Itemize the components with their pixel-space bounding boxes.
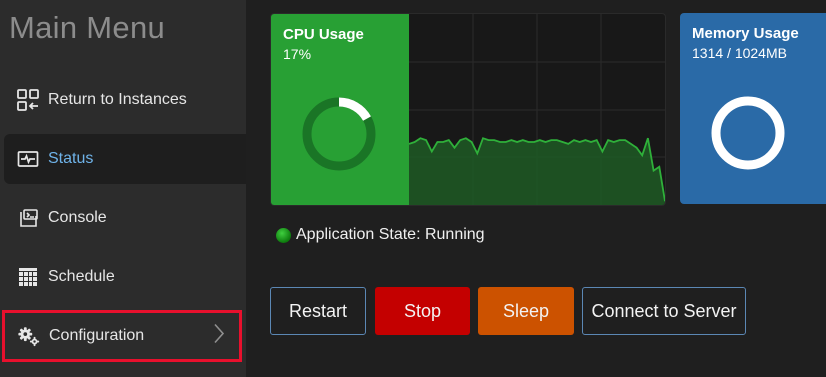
sidebar-item-configuration[interactable]: Configuration bbox=[2, 310, 242, 362]
sidebar-item-label: Status bbox=[48, 150, 94, 167]
memory-usage-card: Memory Usage 1314 / 1024MB bbox=[680, 13, 826, 204]
cpu-summary-panel: CPU Usage 17% bbox=[271, 14, 409, 205]
cpu-usage-card: CPU Usage 17% bbox=[270, 13, 666, 206]
application-state-label: Application State: Running bbox=[296, 226, 485, 243]
main-panel: CPU Usage 17% Memory Usage 1314 / 1024MB… bbox=[246, 0, 826, 377]
sleep-button[interactable]: Sleep bbox=[478, 287, 574, 335]
gears-icon bbox=[17, 324, 41, 348]
connect-to-server-button[interactable]: Connect to Server bbox=[582, 287, 746, 335]
restart-button[interactable]: Restart bbox=[270, 287, 366, 335]
memory-gauge bbox=[711, 96, 785, 170]
sidebar-item-label: Console bbox=[48, 209, 107, 226]
sidebar-item-label: Configuration bbox=[49, 327, 145, 344]
sidebar-item-return-to-instances[interactable]: Return to Instances bbox=[4, 75, 246, 125]
sidebar-item-status[interactable]: Status bbox=[4, 134, 246, 184]
application-state: Application State: Running bbox=[276, 226, 485, 244]
cpu-history-graph bbox=[409, 14, 665, 205]
cpu-gauge-arc bbox=[338, 97, 371, 121]
status-indicator-icon bbox=[276, 227, 291, 243]
app-root: Main Menu Return to Instances Status Con… bbox=[0, 0, 826, 377]
menu-title: Main Menu bbox=[9, 10, 166, 45]
calendar-grid-icon bbox=[16, 265, 40, 289]
sidebar: Main Menu Return to Instances Status Con… bbox=[0, 0, 246, 377]
sidebar-item-console[interactable]: Console bbox=[4, 193, 246, 243]
sidebar-item-schedule[interactable]: Schedule bbox=[4, 252, 246, 302]
terminal-icon bbox=[16, 206, 40, 230]
stop-button[interactable]: Stop bbox=[375, 287, 470, 335]
grid-return-icon bbox=[16, 88, 40, 112]
monitor-pulse-icon bbox=[16, 147, 40, 171]
chevron-right-icon bbox=[213, 323, 225, 350]
sidebar-item-label: Schedule bbox=[48, 268, 115, 285]
sidebar-item-label: Return to Instances bbox=[48, 91, 187, 108]
cpu-gauge bbox=[302, 97, 376, 171]
cpu-history-area bbox=[409, 138, 665, 205]
